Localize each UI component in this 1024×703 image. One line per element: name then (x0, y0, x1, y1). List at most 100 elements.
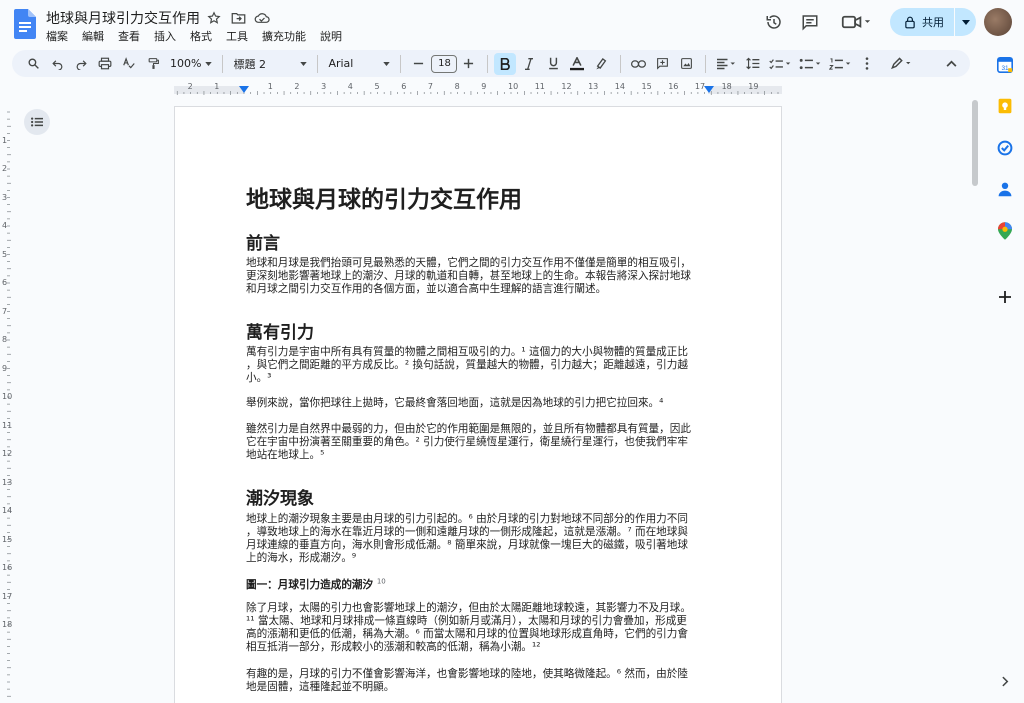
figure-caption-text: 圖一：月球引力造成的潮汐 (246, 579, 374, 591)
bold-icon[interactable] (494, 52, 517, 75)
underline-icon[interactable] (542, 53, 564, 75)
vertical-ruler[interactable]: 1 2 3 4 5 6 7 8 9 10 11 12 13 14 15 16 17 18 (0, 100, 12, 703)
ruler-number: 16 (668, 82, 679, 91)
share-options-chevron-icon[interactable] (955, 19, 976, 25)
add-comment-icon[interactable] (651, 53, 673, 75)
decrease-font-size-icon[interactable] (407, 53, 429, 75)
paragraph-tides-3[interactable]: 有趣的是，月球的引力不僅會影響海洋，也會影響地球的陸地，使其略微隆起。⁶ 然而，… (246, 668, 706, 694)
maps-icon[interactable] (995, 221, 1015, 241)
figure-caption[interactable]: 圖一：月球引力造成的潮汐 10 (246, 577, 386, 592)
menu-view[interactable]: 查看 (118, 28, 140, 44)
comments-icon[interactable] (798, 10, 822, 34)
zoom-select[interactable]: 100% (166, 53, 216, 75)
ruler-number: 6 (2, 278, 8, 287)
redo-icon[interactable] (70, 53, 92, 75)
numbered-list-icon[interactable] (826, 53, 854, 75)
font-select[interactable]: Arial (324, 53, 394, 75)
menu-insert[interactable]: 插入 (154, 28, 176, 44)
paragraph-gravity-2[interactable]: 舉例來說，當你把球往上拋時，它最終會落回地面，這就是因為地球的引力把它拉回來。⁴ (246, 397, 706, 410)
styles-select[interactable]: 標題 2 (229, 53, 311, 75)
editing-mode-icon[interactable] (886, 53, 916, 75)
right-indent-marker-icon[interactable] (704, 86, 714, 94)
add-icon[interactable] (995, 287, 1015, 307)
ruler-number: 18 (2, 620, 13, 629)
menu-tools[interactable]: 工具 (226, 28, 248, 44)
vertical-scrollbar[interactable] (972, 100, 978, 186)
spellcheck-icon[interactable] (118, 53, 140, 75)
insert-image-icon[interactable] (675, 53, 697, 75)
align-left-icon[interactable] (712, 53, 740, 75)
show-side-panel-chevron-right-icon[interactable] (995, 671, 1015, 691)
document-title[interactable]: 地球與月球引力交互作用 (46, 8, 200, 28)
menu-bar: 檔案 編輯 查看 插入 格式 工具 擴充功能 說明 (46, 28, 342, 44)
more-options-icon[interactable] (856, 53, 878, 75)
ruler-number: 17 (694, 82, 706, 91)
ruler-number: 7 (2, 306, 8, 316)
ruler-number: 17 (2, 591, 13, 601)
paragraph-tides-2[interactable]: 除了月球，太陽的引力也會影響地球上的潮汐，但由於太陽距離地球較遠，其影響力不及月… (246, 602, 706, 654)
italic-icon[interactable] (518, 53, 540, 75)
ruler-number: 2 (187, 82, 193, 91)
contacts-icon[interactable] (995, 179, 1015, 199)
checklist-icon[interactable] (766, 53, 794, 75)
paragraph-gravity-1[interactable]: 萬有引力是宇宙中所有具有質量的物體之間相互吸引的力。¹ 這個力的大小與物體的質量… (246, 346, 706, 385)
line-spacing-icon[interactable] (742, 53, 764, 75)
document-heading-1[interactable]: 地球與月球的引力交互作用 (246, 180, 522, 214)
font-size-input[interactable]: 18 (431, 54, 458, 73)
ruler-number: 14 (614, 82, 625, 91)
document-page[interactable]: 地球與月球的引力交互作用 前言 地球和月球是我們抬頭可見最熟悉的天體，它們之間的… (174, 106, 782, 703)
menu-help[interactable]: 說明 (320, 28, 342, 44)
keep-icon[interactable] (995, 96, 1015, 116)
version-history-icon[interactable] (762, 10, 786, 34)
toolbar-divider (222, 54, 224, 73)
avatar[interactable] (984, 8, 1012, 36)
bulleted-list-icon[interactable] (796, 53, 824, 75)
move-folder-icon[interactable] (230, 10, 246, 26)
print-icon[interactable] (94, 53, 116, 75)
heading-tides[interactable]: 潮汐現象 (246, 484, 314, 509)
insert-link-icon[interactable] (627, 53, 649, 75)
cloud-saved-icon[interactable] (254, 10, 270, 26)
ruler-number: 11 (2, 420, 13, 430)
meet-icon[interactable] (838, 10, 874, 34)
paint-format-icon[interactable] (142, 53, 164, 75)
highlight-color-icon[interactable] (590, 53, 612, 75)
left-indent-marker-icon[interactable] (239, 86, 249, 94)
ruler-number: 12 (2, 449, 13, 458)
ruler-ticks (176, 91, 779, 95)
ruler-number: 4 (347, 82, 353, 91)
figure-footnote-ref[interactable]: 10 (377, 577, 386, 585)
calendar-icon[interactable]: 31 (995, 55, 1015, 75)
heading-gravity[interactable]: 萬有引力 (246, 318, 314, 343)
lock-icon (905, 16, 915, 28)
toolbar-divider (705, 54, 707, 73)
increase-font-size-icon[interactable] (457, 53, 479, 75)
ruler-number: 8 (2, 335, 8, 344)
hide-menus-chevron-up-icon[interactable] (940, 53, 962, 75)
horizontal-ruler[interactable]: 2 1 1 2 3 4 5 6 7 8 9 10 11 12 13 14 15 16 17 18 19 (174, 82, 782, 96)
ruler-number: 11 (534, 82, 545, 91)
menu-edit[interactable]: 編輯 (82, 28, 104, 44)
share-label: 共用 (922, 16, 944, 29)
menu-extensions[interactable]: 擴充功能 (262, 28, 306, 44)
star-icon[interactable] (206, 10, 222, 26)
docs-logo-icon[interactable] (14, 9, 36, 39)
document-outline-button[interactable] (24, 109, 50, 135)
ruler-number: 13 (2, 477, 13, 487)
menu-format[interactable]: 格式 (190, 28, 212, 44)
paragraph-tides-1[interactable]: 地球上的潮汐現象主要是由月球的引力引起的。⁶ 由於月球的引力對地球不同部分的作用… (246, 513, 706, 565)
svg-text:31: 31 (1001, 65, 1009, 72)
undo-icon[interactable] (46, 53, 68, 75)
menu-file[interactable]: 檔案 (46, 28, 68, 44)
text-color-icon[interactable] (566, 53, 588, 75)
share-button[interactable]: 共用 (890, 8, 976, 36)
title-bar: 地球與月球引力交互作用 檔案 編輯 查看 插入 格式 工具 擴充功能 說明 (0, 0, 1024, 46)
search-menus-icon[interactable] (22, 53, 44, 75)
heading-intro[interactable]: 前言 (246, 229, 280, 254)
outline-list-icon (31, 117, 43, 127)
style-value: 標題 2 (233, 57, 266, 71)
tasks-icon[interactable] (995, 138, 1015, 158)
ruler-number: 3 (2, 192, 8, 202)
paragraph-gravity-3[interactable]: 雖然引力是自然界中最弱的力，但由於它的作用範圍是無限的，並且所有物體都具有質量，… (246, 423, 706, 462)
paragraph-intro[interactable]: 地球和月球是我們抬頭可見最熟悉的天體，它們之間的引力交互作用不僅僅是簡單的相互吸… (246, 257, 706, 296)
